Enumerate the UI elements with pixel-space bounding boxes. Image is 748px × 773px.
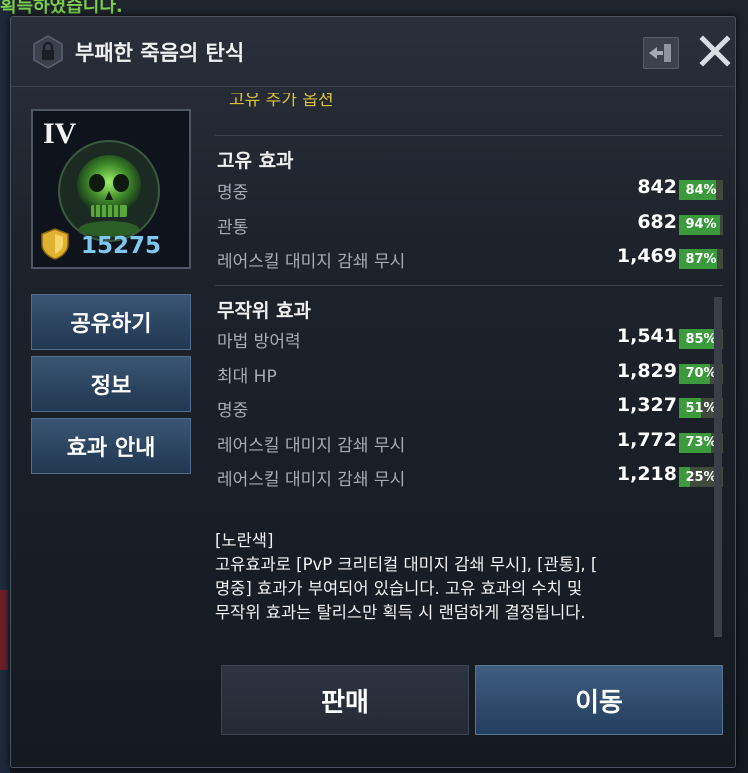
stat-row: 관통 682 94%	[217, 210, 723, 240]
stat-label: 레어스킬 대미지 감쇄 무시	[217, 435, 406, 456]
background-accent	[0, 590, 8, 670]
description-line: 명중] 효과가 부여되어 있습니다. 고유 효과의 수치 및	[215, 579, 583, 598]
stat-row: 명중 1,327 51%	[217, 393, 723, 423]
stat-percent-text: 85%	[685, 331, 717, 347]
stat-value: 842	[637, 176, 677, 198]
stat-percent-text: 51%	[685, 400, 717, 416]
stat-row: 레어스킬 대미지 감쇄 무시 1,469 87%	[217, 244, 723, 274]
background-banner-text: 획득하였습니다.	[0, 0, 123, 14]
stat-value: 1,772	[616, 428, 677, 451]
stat-label: 마법 방어력	[217, 332, 301, 352]
green-skull-icon	[58, 140, 160, 242]
stat-value: 682	[637, 210, 677, 233]
stat-value: 1,218	[616, 463, 677, 485]
stat-percent-badge: 87%	[679, 249, 723, 269]
move-button[interactable]: 이동	[475, 665, 723, 735]
gold-shield-icon	[41, 228, 69, 260]
share-button[interactable]: 공유하기	[31, 294, 191, 350]
stat-value: 1,541	[616, 325, 677, 347]
divider	[215, 135, 723, 136]
stat-value: 1,327	[616, 394, 677, 416]
stat-row: 레어스킬 대미지 감쇄 무시 1,772 73%	[217, 428, 723, 458]
stat-label: 레어스킬 대미지 감쇄 무시	[217, 252, 406, 272]
description-line: [노란색]	[215, 531, 274, 550]
stat-row: 최대 HP 1,829 70%	[217, 359, 723, 389]
item-dialog: 부패한 죽음의 탄식 IV 15275 공유하기 정보 효과 안내 고유 추가 …	[10, 16, 736, 768]
stat-row: 마법 방어력 1,541 85%	[217, 324, 723, 354]
item-portrait: IV 15275	[31, 109, 191, 269]
description-line: 무작위 효과는 탈리스만 획득 시 랜덤하게 결정됩니다.	[215, 603, 586, 622]
stat-label: 레어스킬 대미지 감쇄 무시	[217, 470, 406, 490]
random-effect-title: 무작위 효과	[217, 300, 312, 322]
effect-guide-button[interactable]: 효과 안내	[31, 418, 191, 474]
effect-description: [노란색] 고유효과로 [PvP 크리티컬 대미지 감쇄 무시], [관통], …	[215, 529, 705, 625]
stat-percent-badge: 84%	[679, 180, 723, 200]
sell-button[interactable]: 판매	[221, 665, 469, 735]
stat-percent-badge: 94%	[679, 214, 723, 235]
close-icon[interactable]	[697, 33, 733, 69]
stat-label: 명중	[217, 183, 249, 203]
stat-value: 1,469	[616, 245, 677, 267]
stat-percent-text: 94%	[685, 217, 717, 232]
exit-arrow-icon	[649, 44, 671, 62]
scrollbar[interactable]	[714, 297, 722, 637]
stat-label: 최대 HP	[217, 366, 277, 387]
scrolled-section-text: 고유 추가 옵션	[229, 93, 334, 107]
unique-effect-title: 고유 효과	[217, 150, 294, 172]
stat-row: 명중 842 84%	[217, 175, 723, 205]
exit-button[interactable]	[643, 37, 679, 69]
stat-label: 명중	[217, 401, 249, 421]
dialog-title: 부패한 죽음의 탄식	[75, 41, 245, 65]
stat-percent-text: 70%	[685, 366, 717, 381]
divider	[215, 285, 723, 286]
info-button[interactable]: 정보	[31, 356, 191, 412]
lock-hexagon-icon	[33, 35, 63, 69]
background-edge	[0, 0, 10, 773]
description-line: 고유효과로 [PvP 크리티컬 대미지 감쇄 무시], [관통], [	[215, 555, 598, 574]
stat-percent-text: 25%	[685, 469, 717, 485]
stat-percent-text: 84%	[685, 182, 717, 198]
stat-percent-text: 73%	[685, 435, 717, 450]
item-power: 15275	[81, 233, 162, 259]
stat-row: 레어스킬 대미지 감쇄 무시 1,218 25%	[217, 462, 723, 492]
dialog-header: 부패한 죽음의 탄식	[11, 17, 735, 87]
stat-percent-text: 87%	[685, 251, 717, 267]
stat-value: 1,829	[616, 359, 677, 382]
stat-label: 관통	[217, 217, 249, 238]
